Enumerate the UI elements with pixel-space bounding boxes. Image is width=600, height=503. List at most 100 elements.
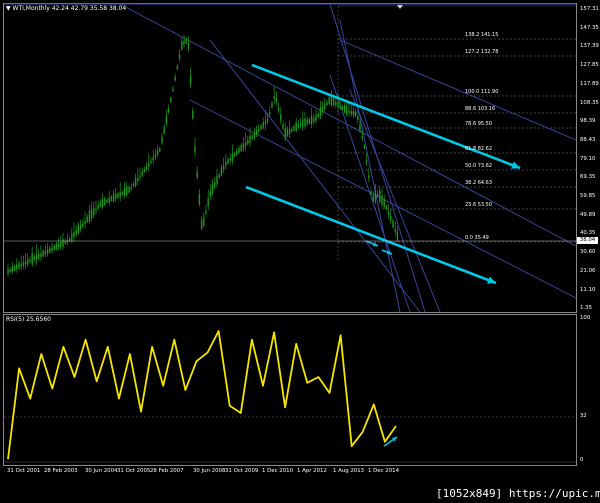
candle-body [16,264,18,270]
candle-body [242,143,245,149]
candle-body [57,243,60,248]
trendline [339,19,401,313]
candle-body [150,160,152,163]
candle-body [170,97,172,103]
candle-body [130,187,132,190]
candle-body [229,158,231,161]
time-axis-label: 30 Jun 2008 [193,468,226,474]
candle-body [187,42,190,49]
candle-body [13,265,16,271]
price-axis-label: 147.35 [580,24,599,31]
candle-body [337,102,339,108]
scroll-marker-icon[interactable] [397,5,403,9]
candle-body [374,190,377,202]
candle-body [51,247,53,252]
candle-body [227,159,229,164]
candle-body [240,144,242,152]
candle-body [317,113,319,118]
candle-body [110,196,113,202]
candle-body [141,171,143,176]
time-axis-label: 28 Feb 2007 [150,468,184,474]
candle-body [286,129,289,137]
candle-body [251,136,253,139]
candle-body [218,174,220,178]
trendline [339,39,577,141]
candle-body [214,182,216,188]
candle-body [112,193,115,202]
candle-body [183,40,185,46]
candle-body [101,198,104,207]
candle-body [211,184,214,194]
trendline [209,39,421,313]
candle-body [137,177,139,181]
candle-body [284,128,286,140]
candle-body [396,231,399,240]
price-axis-label: 157.31 [580,6,599,12]
time-axis-label: 31 Oct 2001 [7,468,41,474]
candle-body [293,126,295,131]
candle-body [220,167,223,176]
candle-body [282,124,284,129]
fibonacci-level-label: 127.2 132.78 [465,49,499,55]
candle-body [167,108,170,113]
candle-body [29,259,31,262]
candle-body [31,252,33,265]
time-axis-label: 28 Feb 2003 [44,468,78,474]
candle-body [176,65,179,70]
candle-body [194,146,196,153]
candle-body [117,193,119,198]
trendline [189,99,577,299]
candle-body [341,106,344,110]
candle-body [269,112,271,115]
candle-body [339,104,341,109]
candle-body [357,116,359,120]
candle-body [255,130,258,136]
chart-area[interactable] [0,0,600,503]
candle-body [236,150,238,156]
candle-body [277,107,280,111]
candle-body [381,195,383,205]
candle-body [165,116,168,124]
fibonacci-level-label: 78.6 95.50 [465,121,493,127]
time-axis-label: 1 Apr 2012 [297,468,327,474]
candle-body [387,212,390,215]
candle-body [49,247,51,253]
candle-body [75,229,77,235]
candle-body [46,249,49,254]
candle-body [310,116,313,125]
price-axis-label: 49.89 [580,211,596,218]
price-axis-label: 98.39 [580,118,596,125]
candle-body [123,188,126,196]
candle-body [99,202,102,207]
candle-body [247,139,249,144]
candle-body [73,232,75,238]
price-axis-label: 1.35 [580,305,593,312]
candle-body [361,136,363,139]
candle-body [271,102,273,108]
candle-body [156,150,159,156]
candle-body [207,198,209,206]
candle-body [9,269,11,273]
candle-body [304,118,306,127]
candle-body [225,162,227,166]
candle-body [308,119,311,124]
fibonacci-level-label: 50.0 73.62 [465,163,493,169]
candle-body [198,194,201,205]
candle-body [385,206,388,210]
chart-header: ▼ WTI,Monthly 42.24 42.79 35.58 38.04 [6,5,127,12]
candle-body [95,208,97,211]
last-price-tag: 38.04 [577,237,598,244]
candle-body [82,223,84,227]
candle-body [262,122,264,128]
candle-body [33,256,36,261]
candle-body [174,77,176,81]
candle-body [376,194,379,197]
candle-body [343,105,346,113]
price-axis-label: 69.35 [580,174,596,181]
candle-body [185,38,187,44]
candle-body [359,124,361,131]
price-axis-label: 40.35 [580,230,596,237]
candle-body [260,125,262,130]
candlesticks [7,34,399,277]
rsi-panel-border [3,314,577,466]
